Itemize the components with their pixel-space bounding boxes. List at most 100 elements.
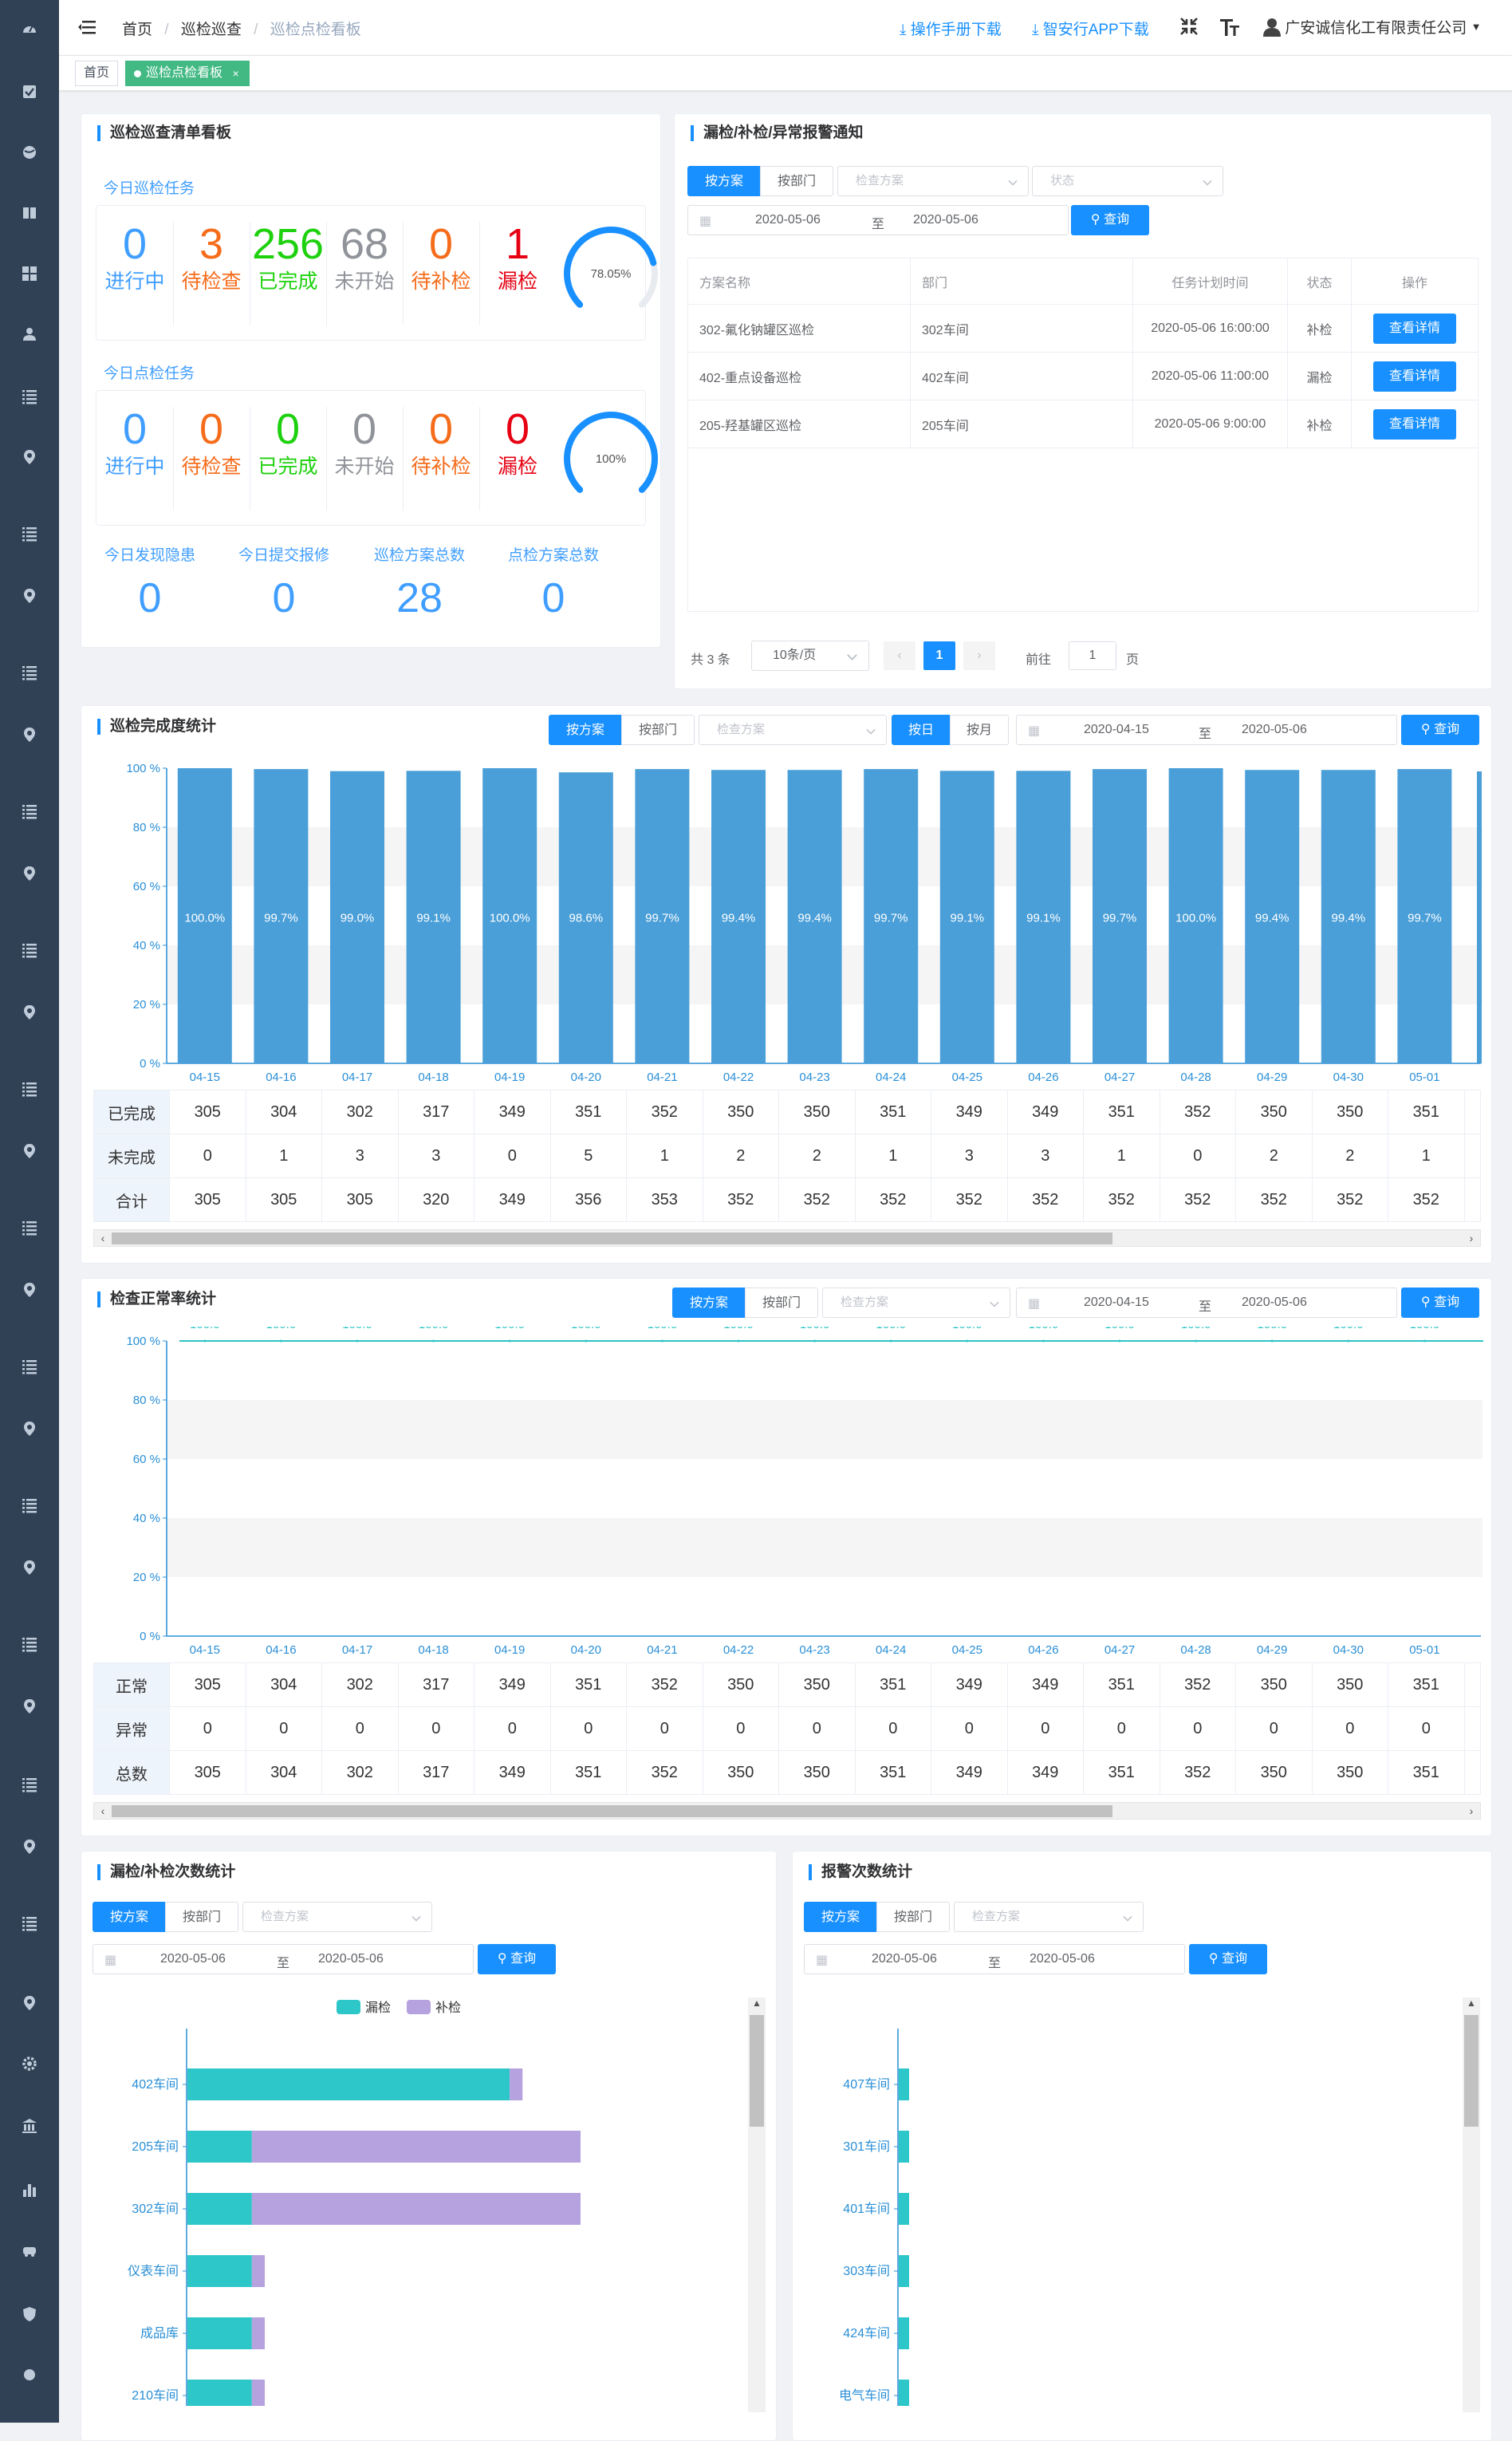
user-icon [1263, 18, 1281, 37]
next-page-button[interactable]: › [963, 641, 995, 670]
gear-icon[interactable] [18, 2052, 41, 2076]
date-range[interactable]: ▦ 2020-05-06 至 2020-05-06 [804, 1944, 1185, 1974]
shield-icon[interactable] [18, 2302, 41, 2326]
list-icon[interactable] [18, 799, 41, 823]
location-icon[interactable] [18, 584, 41, 608]
scroll-thumb[interactable] [750, 2015, 764, 2127]
scroll-thumb[interactable] [112, 1232, 1112, 1244]
view-detail-button[interactable]: 查看详情 [1372, 361, 1456, 392]
breadcrumb-current: 巡检点检看板 [270, 22, 361, 38]
horizontal-scrollbar[interactable]: ‹ › [93, 1802, 1481, 1820]
list-icon[interactable] [18, 1773, 41, 1796]
location-icon[interactable] [18, 862, 41, 885]
plan-select[interactable]: 检查方案 [242, 1902, 432, 1932]
car-icon[interactable] [18, 2238, 41, 2262]
globe-icon[interactable] [18, 140, 41, 164]
tab-by-plan[interactable]: 按方案 [549, 715, 622, 745]
breadcrumb-patrol[interactable]: 巡检巡查 [181, 22, 242, 38]
location-icon[interactable] [18, 1694, 41, 1718]
list-icon[interactable] [18, 384, 41, 408]
location-icon[interactable] [18, 1000, 41, 1024]
plan-select[interactable]: 检查方案 [837, 166, 1029, 196]
tab-by-plan[interactable]: 按方案 [804, 1902, 877, 1932]
tab-by-month[interactable]: 按月 [950, 715, 1009, 745]
font-size-icon[interactable] [1219, 16, 1241, 38]
tab-by-dept[interactable]: 按部门 [165, 1902, 238, 1932]
plan-select[interactable]: 检查方案 [822, 1288, 1010, 1318]
list-icon[interactable] [18, 1077, 41, 1101]
location-icon[interactable] [18, 1556, 41, 1579]
tab-by-dept[interactable]: 按部门 [621, 715, 695, 745]
location-icon[interactable] [18, 1835, 41, 1859]
tag-active[interactable]: 巡检点检看板 × [125, 61, 250, 86]
user-menu[interactable]: 广安诚信化工有限责任公司 ▼ [1263, 16, 1481, 37]
prev-page-button[interactable]: ‹ [884, 641, 915, 670]
scroll-left-icon[interactable]: ‹ [94, 1803, 112, 1819]
book-icon[interactable] [18, 201, 41, 225]
breadcrumb-home[interactable]: 首页 [122, 22, 152, 38]
menu-toggle-icon[interactable] [78, 19, 96, 35]
scroll-thumb[interactable] [1464, 2015, 1479, 2127]
date-range[interactable]: ▦ 2020-05-06 至 2020-05-06 [687, 205, 1069, 235]
tab-by-plan[interactable]: 按方案 [672, 1288, 746, 1318]
vertical-scrollbar[interactable]: ▲ [1463, 1997, 1480, 2412]
list-icon[interactable] [18, 661, 41, 684]
list-icon[interactable] [18, 938, 41, 962]
scroll-up-icon[interactable]: ▲ [1463, 1997, 1480, 2013]
list-icon[interactable] [18, 1355, 41, 1378]
date-range[interactable]: ▦ 2020-04-15 至 2020-05-06 [1016, 715, 1397, 745]
scroll-right-icon[interactable]: › [1463, 1803, 1480, 1819]
scroll-thumb[interactable] [112, 1805, 1112, 1817]
checklist-icon[interactable] [18, 80, 41, 104]
status-select[interactable]: 状态 [1032, 166, 1223, 196]
tab-by-dept[interactable]: 按部门 [745, 1288, 818, 1318]
location-icon[interactable] [18, 1139, 41, 1163]
location-icon[interactable] [18, 1417, 41, 1441]
manual-download-link[interactable]: ⤓ 操作手册下载 [900, 18, 1002, 39]
query-button[interactable]: ⚲ 查询 [1071, 205, 1149, 235]
date-range[interactable]: ▦ 2020-05-06 至 2020-05-06 [93, 1944, 474, 1974]
location-icon[interactable] [18, 723, 41, 747]
scroll-right-icon[interactable]: › [1463, 1230, 1480, 1246]
tag-home[interactable]: 首页 [75, 61, 119, 86]
bank-icon[interactable] [18, 2114, 41, 2138]
fullscreen-icon[interactable] [1179, 16, 1199, 37]
location-icon[interactable] [18, 445, 41, 469]
stat-board.patrol-3: 68 未开始 [326, 206, 403, 340]
tab-by-dept[interactable]: 按部门 [876, 1902, 950, 1932]
view-detail-button[interactable]: 查看详情 [1372, 313, 1456, 344]
list-icon[interactable] [18, 1911, 41, 1935]
list-icon[interactable] [18, 1632, 41, 1656]
tab-by-dept[interactable]: 按部门 [760, 166, 833, 196]
query-button[interactable]: ⚲ 查询 [1189, 1944, 1267, 1974]
tab-by-plan[interactable]: 按方案 [93, 1902, 166, 1932]
tag-close-icon[interactable]: × [232, 67, 238, 80]
tab-by-plan[interactable]: 按方案 [687, 166, 761, 196]
more-icon[interactable] [18, 2363, 41, 2387]
app-download-link[interactable]: ⤓ 智安行APP下载 [1032, 18, 1149, 39]
scroll-left-icon[interactable]: ‹ [94, 1230, 112, 1246]
user-group-icon[interactable] [18, 322, 41, 346]
vertical-scrollbar[interactable]: ▲ [748, 1997, 766, 2412]
scroll-up-icon[interactable]: ▲ [748, 1997, 766, 2013]
plan-select[interactable]: 检查方案 [954, 1902, 1144, 1932]
plan-select[interactable]: 检查方案 [699, 715, 887, 745]
tab-by-day[interactable]: 按日 [892, 715, 951, 745]
dashboard-icon[interactable] [18, 16, 41, 40]
page-1-button[interactable]: 1 [923, 641, 955, 670]
page-size-select[interactable]: 10条/页 [751, 641, 869, 671]
location-icon[interactable] [18, 1991, 41, 2015]
query-button[interactable]: ⚲ 查询 [1401, 1288, 1479, 1318]
list-icon[interactable] [18, 1493, 41, 1517]
list-icon[interactable] [18, 1216, 41, 1240]
view-detail-button[interactable]: 查看详情 [1372, 408, 1456, 440]
query-button[interactable]: ⚲ 查询 [478, 1944, 556, 1974]
list-icon[interactable] [18, 522, 41, 546]
horizontal-scrollbar[interactable]: ‹ › [93, 1229, 1481, 1247]
bar-chart-icon[interactable] [18, 2178, 41, 2202]
date-range[interactable]: ▦ 2020-04-15 至 2020-05-06 [1016, 1288, 1397, 1318]
goto-page-input[interactable]: 1 [1069, 641, 1116, 670]
location-icon[interactable] [18, 1278, 41, 1302]
grid-icon[interactable] [18, 262, 41, 286]
query-button[interactable]: ⚲ 查询 [1401, 715, 1479, 745]
